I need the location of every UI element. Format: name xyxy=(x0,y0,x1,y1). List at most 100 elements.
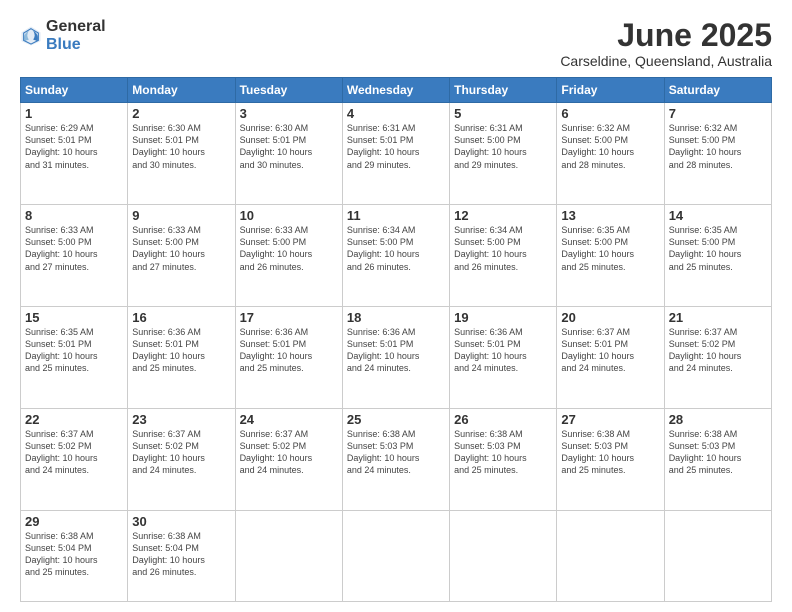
logo-icon xyxy=(20,25,42,47)
cell-day-number: 20 xyxy=(561,310,659,325)
cell-info: Sunrise: 6:34 AM Sunset: 5:00 PM Dayligh… xyxy=(347,224,445,273)
cell-info: Sunrise: 6:38 AM Sunset: 5:04 PM Dayligh… xyxy=(132,530,230,579)
cell-day-number: 15 xyxy=(25,310,123,325)
col-wednesday: Wednesday xyxy=(342,78,449,103)
calendar-row: 8 Sunrise: 6:33 AM Sunset: 5:00 PM Daylig… xyxy=(21,205,772,307)
table-row: 19Sunrise: 6:36 AM Sunset: 5:01 PM Dayli… xyxy=(450,307,557,409)
logo: General Blue xyxy=(20,18,106,54)
cell-info: Sunrise: 6:38 AM Sunset: 5:03 PM Dayligh… xyxy=(347,428,445,477)
cell-day-number: 17 xyxy=(240,310,338,325)
col-saturday: Saturday xyxy=(664,78,771,103)
cell-day-number: 24 xyxy=(240,412,338,427)
cell-day-number: 18 xyxy=(347,310,445,325)
cell-info: Sunrise: 6:36 AM Sunset: 5:01 PM Dayligh… xyxy=(240,326,338,375)
cell-info: Sunrise: 6:32 AM Sunset: 5:00 PM Dayligh… xyxy=(669,122,767,171)
table-row: 22Sunrise: 6:37 AM Sunset: 5:02 PM Dayli… xyxy=(21,408,128,510)
cell-day-number: 4 xyxy=(347,106,445,121)
cell-day-number: 5 xyxy=(454,106,552,121)
table-row: 23Sunrise: 6:37 AM Sunset: 5:02 PM Dayli… xyxy=(128,408,235,510)
cell-info: Sunrise: 6:36 AM Sunset: 5:01 PM Dayligh… xyxy=(347,326,445,375)
table-row: 4Sunrise: 6:31 AM Sunset: 5:01 PM Daylig… xyxy=(342,103,449,205)
cell-info: Sunrise: 6:30 AM Sunset: 5:01 PM Dayligh… xyxy=(132,122,230,171)
cell-info: Sunrise: 6:30 AM Sunset: 5:01 PM Dayligh… xyxy=(240,122,338,171)
cell-day-number: 7 xyxy=(669,106,767,121)
calendar-row: 22Sunrise: 6:37 AM Sunset: 5:02 PM Dayli… xyxy=(21,408,772,510)
calendar-row: 29Sunrise: 6:38 AM Sunset: 5:04 PM Dayli… xyxy=(21,510,772,601)
cell-day-number: 11 xyxy=(347,208,445,223)
table-row: 2Sunrise: 6:30 AM Sunset: 5:01 PM Daylig… xyxy=(128,103,235,205)
table-row: 11Sunrise: 6:34 AM Sunset: 5:00 PM Dayli… xyxy=(342,205,449,307)
cell-day-number: 2 xyxy=(132,106,230,121)
cell-day-number: 29 xyxy=(25,514,123,529)
table-row: 28Sunrise: 6:38 AM Sunset: 5:03 PM Dayli… xyxy=(664,408,771,510)
cell-info: Sunrise: 6:33 AM Sunset: 5:00 PM Dayligh… xyxy=(132,224,230,273)
cell-info: Sunrise: 6:37 AM Sunset: 5:02 PM Dayligh… xyxy=(132,428,230,477)
table-row: 27Sunrise: 6:38 AM Sunset: 5:03 PM Dayli… xyxy=(557,408,664,510)
cell-info: Sunrise: 6:36 AM Sunset: 5:01 PM Dayligh… xyxy=(132,326,230,375)
cell-info: Sunrise: 6:31 AM Sunset: 5:00 PM Dayligh… xyxy=(454,122,552,171)
col-tuesday: Tuesday xyxy=(235,78,342,103)
table-row: 1Sunrise: 6:29 AM Sunset: 5:01 PM Daylig… xyxy=(21,103,128,205)
table-row: 17Sunrise: 6:36 AM Sunset: 5:01 PM Dayli… xyxy=(235,307,342,409)
table-row: 7Sunrise: 6:32 AM Sunset: 5:00 PM Daylig… xyxy=(664,103,771,205)
cell-info: Sunrise: 6:38 AM Sunset: 5:03 PM Dayligh… xyxy=(561,428,659,477)
cell-day-number: 26 xyxy=(454,412,552,427)
table-row: 3Sunrise: 6:30 AM Sunset: 5:01 PM Daylig… xyxy=(235,103,342,205)
cell-info: Sunrise: 6:38 AM Sunset: 5:03 PM Dayligh… xyxy=(454,428,552,477)
calendar-header-row: Sunday Monday Tuesday Wednesday Thursday… xyxy=(21,78,772,103)
table-row: 21Sunrise: 6:37 AM Sunset: 5:02 PM Dayli… xyxy=(664,307,771,409)
table-row xyxy=(342,510,449,601)
logo-blue: Blue xyxy=(46,36,81,53)
table-row: 5Sunrise: 6:31 AM Sunset: 5:00 PM Daylig… xyxy=(450,103,557,205)
page: General Blue June 2025 Carseldine, Queen… xyxy=(0,0,792,612)
logo-text: General Blue xyxy=(46,18,106,54)
table-row: 25Sunrise: 6:38 AM Sunset: 5:03 PM Dayli… xyxy=(342,408,449,510)
cell-info: Sunrise: 6:35 AM Sunset: 5:00 PM Dayligh… xyxy=(669,224,767,273)
cell-info: Sunrise: 6:37 AM Sunset: 5:02 PM Dayligh… xyxy=(669,326,767,375)
calendar-row: 15Sunrise: 6:35 AM Sunset: 5:01 PM Dayli… xyxy=(21,307,772,409)
cell-info: Sunrise: 6:36 AM Sunset: 5:01 PM Dayligh… xyxy=(454,326,552,375)
cell-info: Sunrise: 6:31 AM Sunset: 5:01 PM Dayligh… xyxy=(347,122,445,171)
cell-day-number: 10 xyxy=(240,208,338,223)
calendar-row: 1Sunrise: 6:29 AM Sunset: 5:01 PM Daylig… xyxy=(21,103,772,205)
table-row: 10Sunrise: 6:33 AM Sunset: 5:00 PM Dayli… xyxy=(235,205,342,307)
cell-info: Sunrise: 6:35 AM Sunset: 5:01 PM Dayligh… xyxy=(25,326,123,375)
table-row: 15Sunrise: 6:35 AM Sunset: 5:01 PM Dayli… xyxy=(21,307,128,409)
cell-day-number: 14 xyxy=(669,208,767,223)
cell-day-number: 22 xyxy=(25,412,123,427)
cell-info: Sunrise: 6:37 AM Sunset: 5:02 PM Dayligh… xyxy=(25,428,123,477)
table-row: 13Sunrise: 6:35 AM Sunset: 5:00 PM Dayli… xyxy=(557,205,664,307)
cell-day-number: 1 xyxy=(25,106,123,121)
cell-info: Sunrise: 6:37 AM Sunset: 5:02 PM Dayligh… xyxy=(240,428,338,477)
cell-info: Sunrise: 6:29 AM Sunset: 5:01 PM Dayligh… xyxy=(25,122,123,171)
cell-day-number: 12 xyxy=(454,208,552,223)
cell-info: Sunrise: 6:34 AM Sunset: 5:00 PM Dayligh… xyxy=(454,224,552,273)
col-sunday: Sunday xyxy=(21,78,128,103)
table-row: 9Sunrise: 6:33 AM Sunset: 5:00 PM Daylig… xyxy=(128,205,235,307)
cell-day-number: 3 xyxy=(240,106,338,121)
table-row xyxy=(664,510,771,601)
cell-day-number: 16 xyxy=(132,310,230,325)
location-title: Carseldine, Queensland, Australia xyxy=(560,53,772,69)
title-area: June 2025 Carseldine, Queensland, Austra… xyxy=(560,18,772,69)
cell-info: Sunrise: 6:38 AM Sunset: 5:04 PM Dayligh… xyxy=(25,530,123,579)
cell-day-number: 13 xyxy=(561,208,659,223)
cell-day-number: 21 xyxy=(669,310,767,325)
col-friday: Friday xyxy=(557,78,664,103)
cell-info: Sunrise: 6:32 AM Sunset: 5:00 PM Dayligh… xyxy=(561,122,659,171)
cell-day-number: 27 xyxy=(561,412,659,427)
cell-info: Sunrise: 6:38 AM Sunset: 5:03 PM Dayligh… xyxy=(669,428,767,477)
table-row: 14Sunrise: 6:35 AM Sunset: 5:00 PM Dayli… xyxy=(664,205,771,307)
table-row: 18Sunrise: 6:36 AM Sunset: 5:01 PM Dayli… xyxy=(342,307,449,409)
cell-day-number: 9 xyxy=(132,208,230,223)
cell-day-number: 25 xyxy=(347,412,445,427)
logo-general: General xyxy=(46,18,106,35)
calendar-table: Sunday Monday Tuesday Wednesday Thursday… xyxy=(20,77,772,602)
table-row: 6Sunrise: 6:32 AM Sunset: 5:00 PM Daylig… xyxy=(557,103,664,205)
table-row: 29Sunrise: 6:38 AM Sunset: 5:04 PM Dayli… xyxy=(21,510,128,601)
cell-day-number: 8 xyxy=(25,208,123,223)
table-row: 20Sunrise: 6:37 AM Sunset: 5:01 PM Dayli… xyxy=(557,307,664,409)
cell-info: Sunrise: 6:37 AM Sunset: 5:01 PM Dayligh… xyxy=(561,326,659,375)
header: General Blue June 2025 Carseldine, Queen… xyxy=(20,18,772,69)
month-title: June 2025 xyxy=(560,18,772,53)
